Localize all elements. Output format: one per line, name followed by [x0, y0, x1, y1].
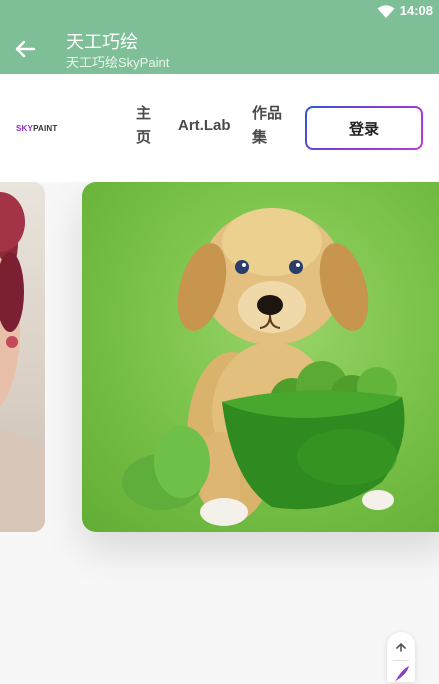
- wifi-icon: [377, 5, 395, 18]
- scroll-to-top-icon[interactable]: [387, 638, 415, 658]
- nav-gallery-line1: 作品: [252, 105, 283, 122]
- image-carousel[interactable]: [0, 182, 439, 682]
- feather-pen-icon[interactable]: [387, 664, 415, 684]
- widget-divider: [393, 660, 409, 661]
- nav-gallery-line2: 集: [252, 129, 268, 146]
- floating-tool-widget[interactable]: [387, 632, 415, 682]
- nav-gallery[interactable]: 作品 集: [252, 102, 286, 150]
- nav-home[interactable]: 主 页: [136, 102, 154, 150]
- logo-sky-text: SKY: [16, 124, 34, 133]
- back-arrow-icon[interactable]: [14, 38, 36, 60]
- app-bar: 天工巧绘 天工巧绘SkyPaint: [0, 24, 439, 74]
- puppy-with-lettuce-bowl-image: [122, 208, 405, 526]
- nav-artlab[interactable]: Art.Lab: [178, 114, 231, 138]
- nav-home-line1: 主: [136, 105, 152, 122]
- carousel-card-current[interactable]: [82, 182, 439, 532]
- login-button[interactable]: 登录: [305, 106, 423, 150]
- app-subtitle: 天工巧绘SkyPaint: [66, 55, 170, 70]
- skypaint-logo[interactable]: SKYPAINT: [16, 124, 57, 133]
- status-time: 14:08: [399, 3, 433, 18]
- app-title: 天工巧绘: [66, 32, 138, 52]
- nav-home-line2: 页: [136, 129, 152, 146]
- status-bar: 14:08: [0, 0, 439, 24]
- carousel-card-prev[interactable]: [0, 182, 45, 532]
- logo-paint-text: PAINT: [33, 124, 58, 133]
- portrait-image: [0, 192, 45, 532]
- site-header: SKYPAINT 主 页 Art.Lab 作品 集 登录: [0, 74, 439, 182]
